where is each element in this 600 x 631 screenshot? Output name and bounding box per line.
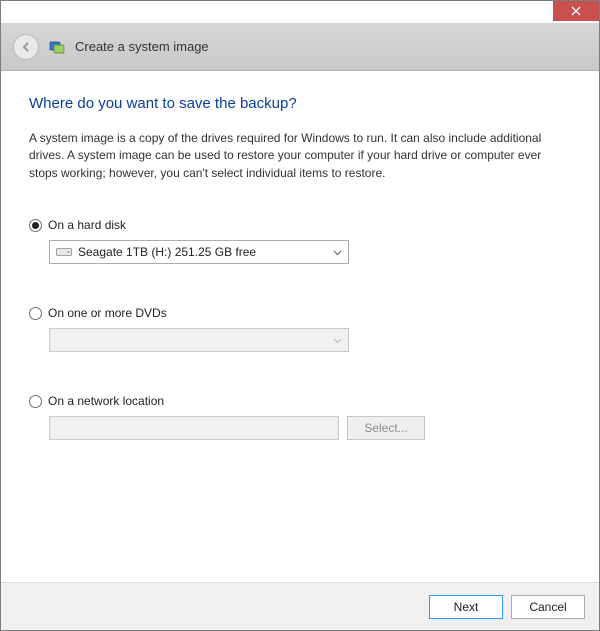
wizard-window: Create a system image Where do you want … [0, 0, 600, 631]
radio-dvd[interactable] [29, 307, 42, 320]
cancel-button[interactable]: Cancel [511, 595, 585, 619]
chevron-down-icon [333, 245, 342, 259]
content-area: Where do you want to save the backup? A … [1, 71, 599, 582]
option-hard-disk: On a hard disk Seagate 1TB (H:) 251.25 G… [29, 218, 571, 264]
option-network: On a network location Select... [29, 394, 571, 440]
header-title: Create a system image [75, 39, 209, 54]
chevron-down-icon [333, 333, 342, 347]
radio-row-network[interactable]: On a network location [29, 394, 571, 408]
label-hard-disk: On a hard disk [48, 218, 126, 232]
drive-select-value: Seagate 1TB (H:) 251.25 GB free [78, 245, 256, 259]
close-icon [571, 6, 581, 16]
next-button[interactable]: Next [429, 595, 503, 619]
network-select-button: Select... [347, 416, 425, 440]
page-description: A system image is a copy of the drives r… [29, 130, 571, 182]
radio-hard-disk[interactable] [29, 219, 42, 232]
network-input-row: Select... [49, 416, 571, 440]
drive-select-hard-disk[interactable]: Seagate 1TB (H:) 251.25 GB free [49, 240, 349, 264]
label-dvd: On one or more DVDs [48, 306, 167, 320]
radio-network[interactable] [29, 395, 42, 408]
network-path-input [49, 416, 339, 440]
footer-bar: Next Cancel [1, 582, 599, 630]
radio-row-dvd[interactable]: On one or more DVDs [29, 306, 571, 320]
page-question: Where do you want to save the backup? [29, 95, 571, 112]
header-bar: Create a system image [1, 23, 599, 71]
radio-row-hard-disk[interactable]: On a hard disk [29, 218, 571, 232]
drive-select-dvd [49, 328, 349, 352]
hard-drive-icon [56, 246, 72, 258]
arrow-left-icon [19, 40, 33, 54]
system-image-icon [49, 39, 65, 55]
label-network: On a network location [48, 394, 164, 408]
option-dvd: On one or more DVDs [29, 306, 571, 352]
back-button[interactable] [13, 34, 39, 60]
close-button[interactable] [553, 1, 599, 21]
titlebar [1, 1, 599, 23]
